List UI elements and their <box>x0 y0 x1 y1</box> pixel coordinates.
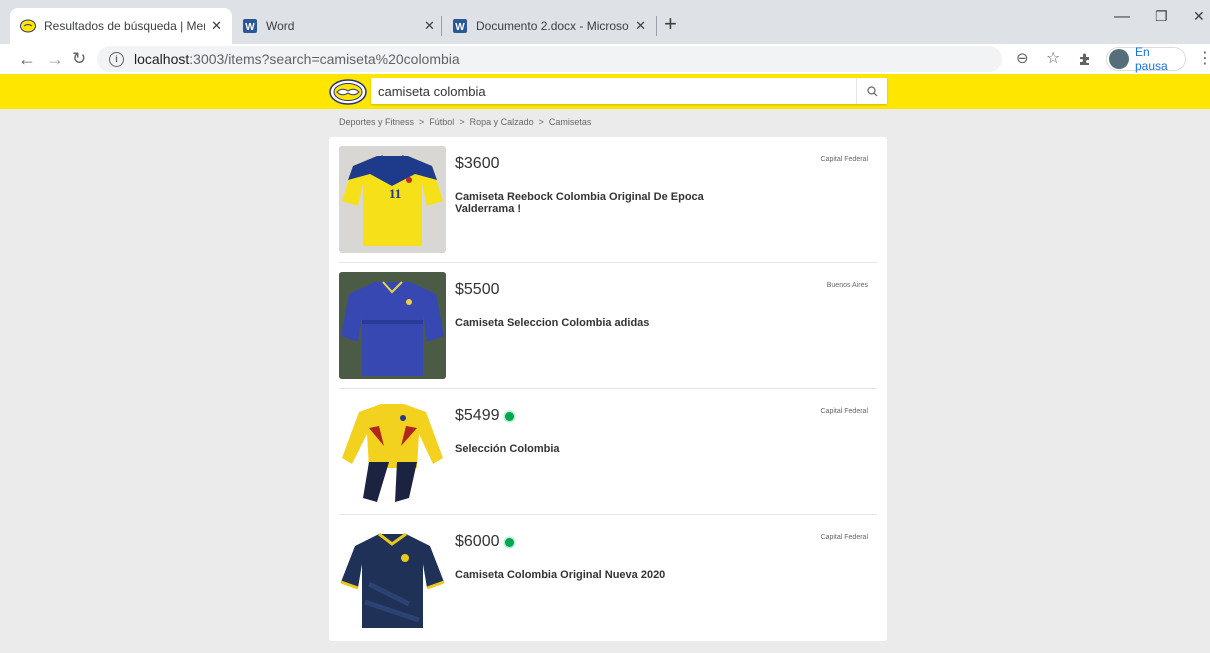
breadcrumb-item[interactable]: Fútbol <box>429 117 454 127</box>
tab-close-icon[interactable]: ✕ <box>635 18 646 34</box>
list-item[interactable]: 11 $3600 Camiseta Reebock Colombia Origi… <box>329 137 887 263</box>
item-location: Buenos Aires <box>826 282 868 289</box>
tab-title: Resultados de búsqueda | Merca <box>44 19 206 33</box>
tab-search-results[interactable]: Resultados de búsqueda | Merca ✕ <box>10 8 232 44</box>
breadcrumb-item[interactable]: Ropa y Calzado <box>470 117 534 127</box>
word-icon: W <box>453 19 467 33</box>
breadcrumb-item[interactable]: Deportes y Fitness <box>339 117 414 127</box>
url-host: localhost <box>134 51 190 67</box>
zoom-icon[interactable]: ⊖ <box>1016 48 1029 70</box>
item-title[interactable]: Selección Colombia <box>455 443 725 455</box>
avatar <box>1109 49 1129 69</box>
url-path: :3003/items?search=camiseta%20colombia <box>189 51 460 67</box>
product-image[interactable] <box>339 272 446 379</box>
list-item[interactable]: $5499 Selección Colombia Capital Federal <box>329 389 887 515</box>
price-value: $5500 <box>455 281 500 298</box>
product-image[interactable] <box>339 398 446 505</box>
bookmark-star-icon[interactable]: ☆ <box>1046 48 1060 70</box>
list-item[interactable]: $6000 Camiseta Colombia Original Nueva 2… <box>329 515 887 641</box>
tab-word[interactable]: W Word <box>232 8 432 44</box>
window-close-icon[interactable]: ✕ <box>1193 8 1205 25</box>
restore-icon[interactable]: ❐ <box>1155 8 1168 25</box>
free-shipping-icon <box>504 537 514 547</box>
new-tab-icon[interactable]: + <box>664 12 677 36</box>
extensions-puzzle-icon[interactable] <box>1078 52 1092 66</box>
back-icon[interactable]: ← <box>18 48 36 70</box>
item-location: Capital Federal <box>820 534 868 541</box>
search-button[interactable] <box>856 78 887 104</box>
price-value: $5499 <box>455 407 500 424</box>
results-list: 11 $3600 Camiseta Reebock Colombia Origi… <box>329 137 887 641</box>
tab-documento[interactable]: W Documento 2.docx - Microsoft W ✕ <box>442 8 656 44</box>
item-price: $5499 <box>455 407 514 425</box>
forward-icon[interactable]: → <box>46 48 64 70</box>
breadcrumb-separator: > <box>459 117 465 127</box>
breadcrumb-separator: > <box>419 117 425 127</box>
site-header <box>0 74 1210 109</box>
tab-separator <box>656 16 657 36</box>
breadcrumb-separator: > <box>538 117 544 127</box>
browser-toolbar: ← → ↻ i localhost:3003/items?search=cami… <box>0 44 1210 74</box>
mercadolibre-logo-icon[interactable] <box>329 79 367 105</box>
profile-button[interactable]: En pausa <box>1106 45 1186 73</box>
profile-label: En pausa <box>1135 45 1168 73</box>
item-location: Capital Federal <box>820 408 868 415</box>
search-icon <box>866 85 877 96</box>
item-location: Capital Federal <box>820 156 868 163</box>
item-title[interactable]: Camiseta Seleccion Colombia adidas <box>455 317 725 329</box>
tab-close-icon[interactable]: ✕ <box>211 18 222 34</box>
mercadolibre-favicon-icon <box>20 19 36 33</box>
svg-text:W: W <box>455 22 465 33</box>
svg-text:11: 11 <box>389 186 401 201</box>
menu-kebab-icon[interactable]: ⋮ <box>1197 48 1210 70</box>
price-value: $6000 <box>455 533 500 550</box>
item-title[interactable]: Camiseta Reebock Colombia Original De Ep… <box>455 191 725 215</box>
site-info-icon[interactable]: i <box>109 51 124 67</box>
reload-icon[interactable]: ↻ <box>72 48 86 70</box>
search-box <box>371 78 887 104</box>
list-item[interactable]: $5500 Camiseta Seleccion Colombia adidas… <box>329 263 887 389</box>
tab-close-icon[interactable]: ✕ <box>424 18 435 34</box>
browser-tab-bar: Resultados de búsqueda | Merca ✕ W Word … <box>0 0 1210 44</box>
svg-text:W: W <box>245 22 255 33</box>
tab-title: Documento 2.docx - Microsoft W <box>476 19 629 33</box>
tab-title: Word <box>266 19 295 33</box>
breadcrumb-item[interactable]: Camisetas <box>549 117 592 127</box>
address-bar[interactable]: i localhost:3003/items?search=camiseta%2… <box>97 46 1002 72</box>
minimize-icon[interactable]: — <box>1114 8 1130 26</box>
product-image[interactable] <box>339 524 446 631</box>
item-price: $5500 <box>455 281 500 299</box>
item-price: $3600 <box>455 155 500 173</box>
breadcrumb: Deportes y Fitness > Fútbol > Ropa y Calzado… <box>339 117 591 127</box>
product-image[interactable]: 11 <box>339 146 446 253</box>
item-price: $6000 <box>455 533 514 551</box>
search-input[interactable] <box>371 78 856 104</box>
price-value: $3600 <box>455 155 500 172</box>
word-icon: W <box>243 19 257 33</box>
free-shipping-icon <box>504 411 514 421</box>
item-title[interactable]: Camiseta Colombia Original Nueva 2020 <box>455 569 725 581</box>
